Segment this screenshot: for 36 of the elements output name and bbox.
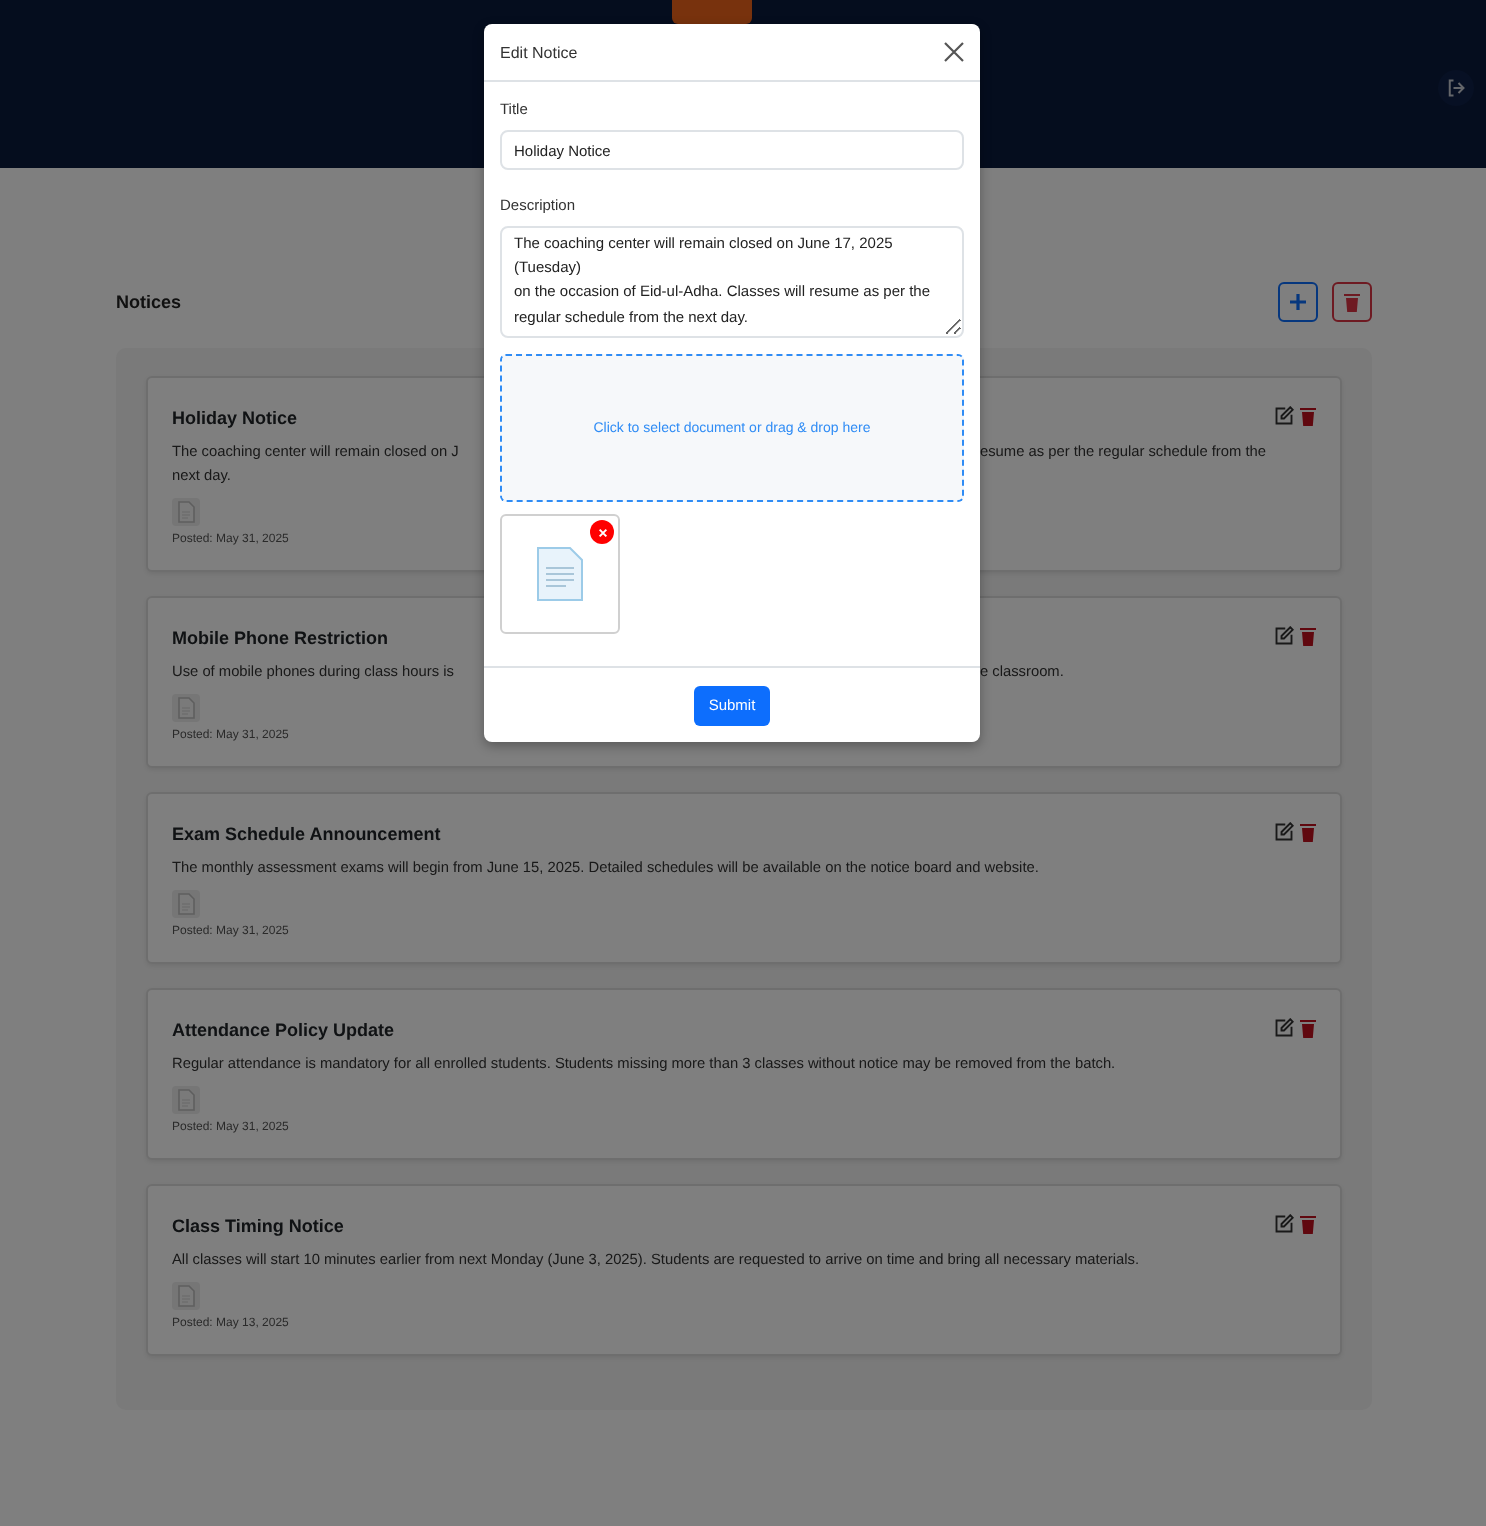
dialog-title: Edit Notice [500,43,578,61]
notice-title: Mobile Phone Restriction [172,628,389,648]
edit-icon[interactable] [1274,1018,1294,1038]
edit-icon[interactable] [1274,822,1294,842]
logout-button[interactable] [1438,70,1474,106]
delete-icon[interactable] [1300,1214,1316,1234]
attachment-thumbnail[interactable] [172,1086,200,1114]
document-icon [174,1088,198,1112]
plus-icon [1288,292,1308,312]
delete-icon[interactable] [1300,626,1316,646]
delete-icon[interactable] [1300,406,1316,426]
notice-title: Attendance Policy Update [172,1020,395,1040]
document-icon [174,1284,198,1308]
attachment-thumbnail[interactable] [172,1282,200,1310]
notice-title: Class Timing Notice [172,1216,344,1236]
edit-icon[interactable] [1274,626,1294,646]
attachment-thumbnail[interactable] [172,890,200,918]
delete-icon[interactable] [1300,822,1316,842]
edit-icon[interactable] [1274,406,1294,426]
page-title: Notices [116,292,182,312]
document-icon [174,500,198,524]
document-icon [174,696,198,720]
add-button[interactable] [1278,282,1318,322]
trash-icon [1344,292,1360,312]
close-icon [597,527,607,537]
notice-title: Exam Schedule Announcement [172,824,441,844]
attachment-thumbnail[interactable] [172,498,200,526]
attachment-thumbnail[interactable] [172,694,200,722]
close-icon[interactable] [944,42,964,62]
delete-icon[interactable] [1300,1018,1316,1038]
logout-icon [1446,78,1466,98]
document-icon [174,892,198,916]
edit-icon[interactable] [1274,1214,1294,1234]
remove-button[interactable] [590,520,614,544]
delete-all-button[interactable] [1332,282,1372,322]
notice-title: Holiday Notice [172,408,298,428]
